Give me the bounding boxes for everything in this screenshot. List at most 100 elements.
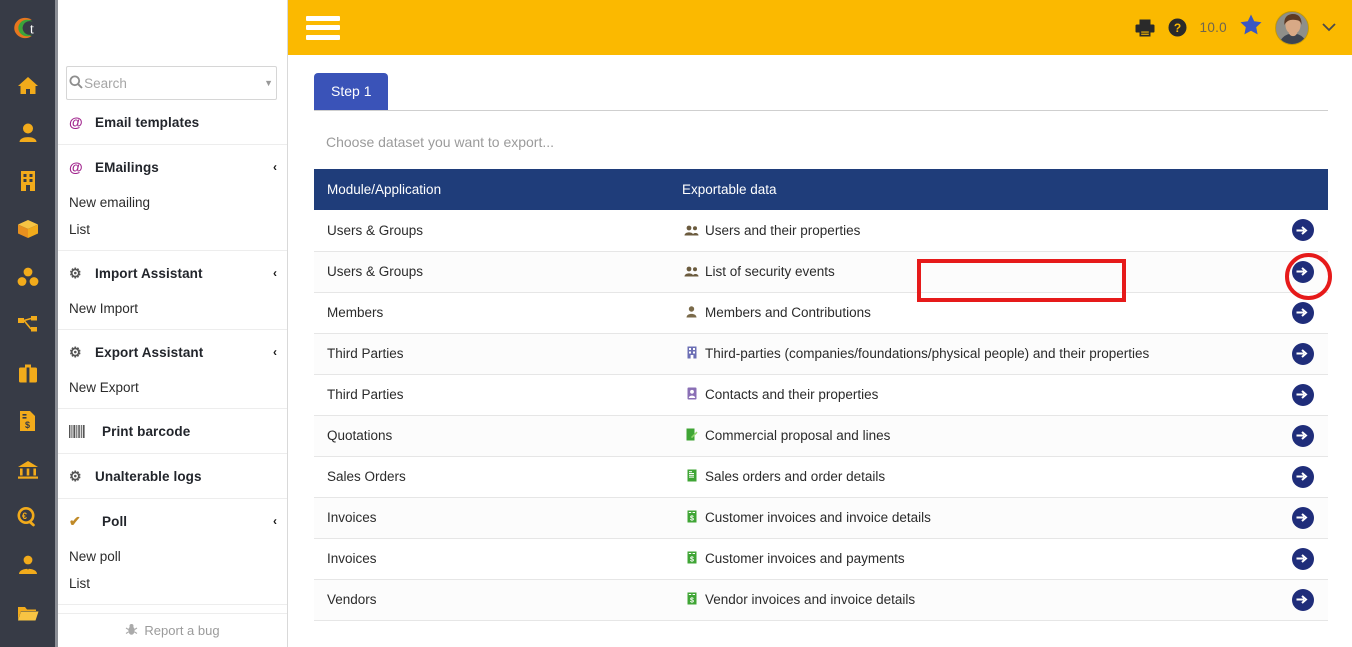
cell-data-label: Users and their properties (705, 222, 861, 238)
menu-subitem-new-export[interactable]: New Export (58, 374, 287, 401)
table-row[interactable]: Invoices $ Customer invoices and invoice… (314, 497, 1328, 539)
table-row[interactable]: Members Members and Contributions (314, 292, 1328, 334)
cell-data-label: Customer invoices and payments (705, 551, 905, 566)
rail-item-projects[interactable] (0, 301, 55, 349)
cell-module: Sales Orders (314, 456, 669, 498)
table-row[interactable]: Sales Orders Sales orders and order deta… (314, 456, 1328, 498)
version-label: 10.0 (1199, 20, 1227, 35)
printer-icon[interactable] (1135, 19, 1155, 37)
cell-data: Contacts and their properties (669, 374, 1264, 416)
at-icon: @ (69, 114, 83, 130)
menu-item-unalterable-logs[interactable]: ⚙ Unalterable logs (58, 454, 287, 498)
row-action-arrow[interactable] (1291, 219, 1314, 242)
row-action-arrow[interactable] (1291, 301, 1314, 324)
menu-chevron-icon[interactable]: ‹ (273, 266, 277, 280)
rail-item-documents[interactable] (0, 589, 55, 637)
table-body: Users & Groups Users and their propertie… (314, 210, 1328, 621)
rail-item-agenda[interactable] (0, 637, 55, 647)
cell-data-label: Customer invoices and invoice details (705, 510, 931, 525)
rail-item-third-parties[interactable] (0, 157, 55, 205)
menu-subitem-new-import[interactable]: New Import (58, 295, 287, 322)
contact-card-icon (682, 387, 701, 400)
tab-step-1[interactable]: Step 1 (314, 73, 389, 110)
chevron-down-icon[interactable]: ▼ (261, 78, 276, 88)
menu-subitem-new-poll[interactable]: New poll (58, 543, 287, 570)
menu-chevron-icon[interactable]: ‹ (273, 345, 277, 359)
menu-chevron-icon[interactable]: ‹ (273, 160, 277, 174)
svg-text:$: $ (690, 598, 694, 605)
row-action-arrow[interactable] (1291, 506, 1314, 529)
menu-label: Import Assistant (95, 265, 203, 281)
rail-item-home[interactable] (0, 61, 55, 109)
rail-item-commercial[interactable] (0, 349, 55, 397)
left-menu-panel: ▼ @ Email templates @ EMailings ‹ New em… (58, 0, 288, 647)
menu-item-import-assistant[interactable]: ⚙ Import Assistant ‹ (58, 251, 287, 295)
row-action-arrow[interactable] (1291, 465, 1314, 488)
hamburger-icon[interactable] (306, 15, 340, 40)
users-icon (682, 225, 701, 236)
row-action-arrow[interactable] (1291, 588, 1314, 611)
table-row[interactable]: Users & Groups List of security events (314, 251, 1328, 293)
menu-item-emailings[interactable]: @ EMailings ‹ (58, 145, 287, 189)
cell-data-label: List of security events (705, 264, 835, 279)
menu-subitem-new-emailing[interactable]: New emailing (58, 189, 287, 216)
row-action-arrow-highlighted[interactable] (1291, 260, 1314, 283)
help-circle-icon[interactable]: ? (1168, 18, 1187, 37)
home-icon (15, 73, 41, 97)
chevron-down-icon[interactable] (1322, 20, 1336, 35)
menu-subitem-list[interactable]: List (58, 216, 287, 243)
row-action-arrow[interactable] (1291, 547, 1314, 570)
menu-group-poll: ✔ Poll ‹ New poll List (58, 499, 287, 605)
table-row[interactable]: Users & Groups Users and their propertie… (314, 210, 1328, 252)
rail-item-stock[interactable] (0, 253, 55, 301)
svg-text:€: € (22, 511, 27, 521)
cell-data-label: Contacts and their properties (705, 387, 879, 402)
rail-item-bank[interactable] (0, 445, 55, 493)
cell-data: Commercial proposal and lines (669, 415, 1264, 457)
star-icon[interactable] (1240, 14, 1262, 41)
main-area: ? 10.0 Step 1 Choose dataset you want to… (288, 0, 1352, 647)
search-input[interactable] (84, 75, 262, 91)
user-avatar[interactable] (1275, 10, 1309, 45)
invoice-icon: $ (15, 409, 41, 433)
report-a-bug-link[interactable]: Report a bug (58, 613, 287, 647)
search-box[interactable]: ▼ (66, 66, 277, 100)
building-icon (15, 169, 41, 193)
menu-item-export-assistant[interactable]: ⚙ Export Assistant ‹ (58, 330, 287, 374)
cell-data: $ Vendor invoices and invoice details (669, 579, 1264, 621)
at-icon: @ (69, 159, 83, 175)
cell-action (1264, 456, 1328, 498)
menu-label: Poll (102, 513, 128, 529)
application-window: t $ € Search ▼ @ Email templates @ EMail… (0, 0, 1352, 647)
check-double-icon: ✔ (69, 512, 81, 529)
table-row[interactable]: Third Parties Third-parties (companies/f… (314, 333, 1328, 375)
bank-icon (15, 457, 41, 481)
menu-chevron-icon[interactable]: ‹ (273, 514, 277, 528)
table-row[interactable]: Third Parties Contacts and their propert… (314, 374, 1328, 416)
table-row[interactable]: Quotations Commercial proposal and lines (314, 415, 1328, 457)
rail-item-billing[interactable]: $ (0, 397, 55, 445)
folder-icon (15, 601, 41, 625)
cell-data: List of security events (669, 251, 1264, 293)
table-row[interactable]: Vendors $ Vendor invoices and invoice de… (314, 579, 1328, 621)
table-row[interactable]: Invoices $ Customer invoices and payment… (314, 538, 1328, 580)
rail-item-hrm[interactable] (0, 541, 55, 589)
app-logo[interactable]: t (0, 0, 55, 55)
row-action-arrow[interactable] (1291, 342, 1314, 365)
rail-item-products[interactable] (0, 205, 55, 253)
step-tabs: Step 1 (314, 73, 1328, 111)
menu-search-area: ▼ (58, 55, 287, 100)
cell-action (1264, 497, 1328, 539)
cell-action (1264, 579, 1328, 621)
rail-item-members[interactable] (0, 109, 55, 157)
menu-item-print-barcode[interactable]: Print barcode (58, 409, 287, 453)
menu-subitem-list[interactable]: List (58, 570, 287, 597)
search-icon (67, 75, 84, 92)
svg-text:$: $ (690, 516, 694, 523)
rail-item-accounting[interactable]: € (0, 493, 55, 541)
row-action-arrow[interactable] (1291, 383, 1314, 406)
cell-module: Users & Groups (314, 210, 669, 252)
menu-item-poll[interactable]: ✔ Poll ‹ (58, 499, 287, 543)
row-action-arrow[interactable] (1291, 424, 1314, 447)
menu-item-email-templates[interactable]: @ Email templates (58, 100, 287, 144)
